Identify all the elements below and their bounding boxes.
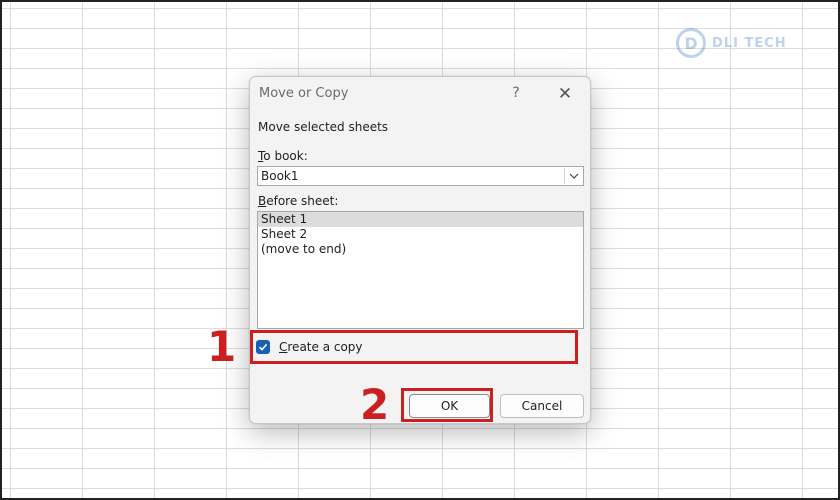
close-icon[interactable]: ✕ [554, 83, 576, 105]
before-sheet-label-accesskey: B [258, 194, 267, 208]
watermark-logo-mark: D [676, 28, 706, 58]
watermark-logo: D DLI TECH [676, 26, 798, 60]
dialog-titlebar[interactable]: Move or Copy ? ✕ [250, 77, 590, 111]
step-number-2: 2 [360, 380, 390, 429]
before-sheet-label: Before sheet: [258, 194, 338, 208]
help-icon[interactable]: ? [506, 83, 526, 103]
highlight-box-create-copy [250, 330, 578, 364]
to-book-label: To book: [258, 149, 308, 163]
watermark-text: DLI TECH [712, 35, 787, 51]
chevron-down-icon [569, 173, 579, 179]
before-sheet-list[interactable]: Sheet 1 Sheet 2 (move to end) [257, 211, 584, 329]
to-book-label-text: o book: [263, 149, 308, 163]
dropdown-button[interactable] [564, 168, 582, 184]
list-item[interactable]: (move to end) [258, 242, 583, 257]
to-book-value: Book1 [261, 169, 299, 183]
to-book-dropdown[interactable]: Book1 [257, 166, 584, 186]
list-item[interactable]: Sheet 1 [258, 212, 583, 227]
dialog-title: Move or Copy [259, 86, 349, 101]
highlight-box-ok [401, 388, 493, 422]
cancel-button[interactable]: Cancel [500, 394, 584, 418]
move-or-copy-dialog: Move or Copy ? ✕ Move selected sheets To… [249, 76, 591, 424]
step-number-1: 1 [207, 322, 237, 371]
instruction-text: Move selected sheets [258, 120, 389, 134]
before-sheet-label-text: efore sheet: [266, 194, 339, 208]
list-item[interactable]: Sheet 2 [258, 227, 583, 242]
